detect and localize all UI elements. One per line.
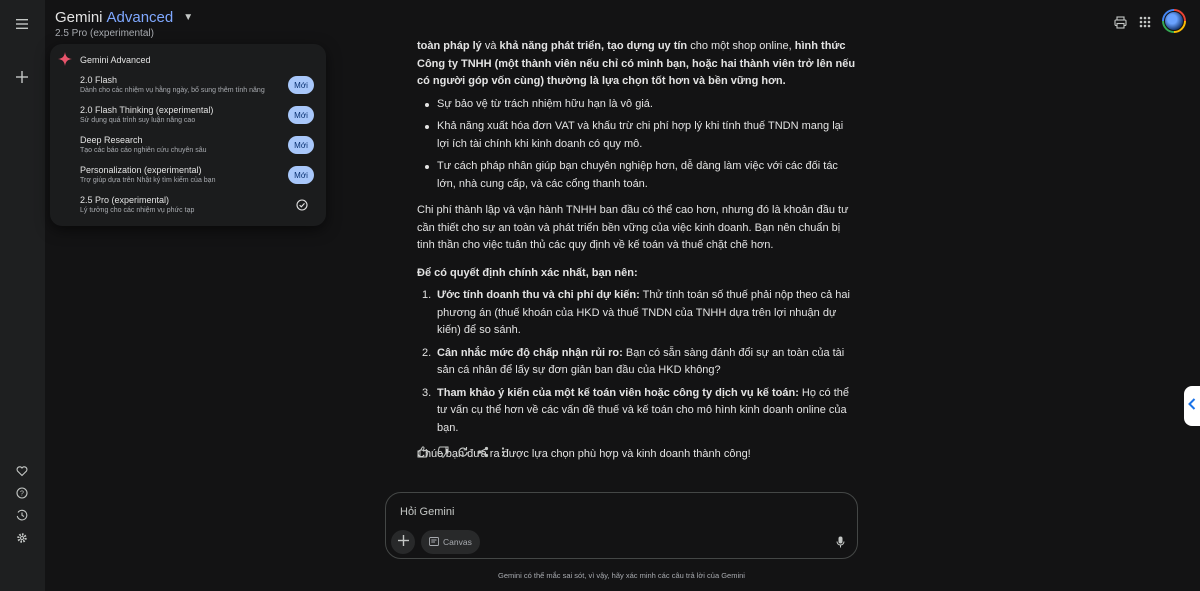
brand-name: Gemini bbox=[55, 9, 103, 26]
plus-icon bbox=[397, 533, 409, 551]
canvas-button[interactable]: Canvas bbox=[421, 530, 480, 554]
new-badge: Mới bbox=[288, 166, 314, 184]
numbered-list: 1. Ước tính doanh thu và chi phí dự kiến:… bbox=[417, 287, 857, 437]
menu-item-desc: Dành cho các nhiệm vụ hằng ngày, bổ sung… bbox=[80, 87, 265, 94]
menu-item-title: 2.0 Flash bbox=[80, 75, 118, 85]
text: và bbox=[481, 40, 500, 52]
menu-item-desc: Trợ giúp dựa trên Nhật ký tìm kiếm của b… bbox=[80, 177, 216, 184]
thumb-up-icon[interactable] bbox=[417, 446, 429, 458]
settings-icon[interactable] bbox=[10, 526, 34, 550]
canvas-label: Canvas bbox=[443, 537, 472, 547]
new-badge: Mới bbox=[288, 76, 314, 94]
list-number: 3. bbox=[422, 386, 432, 399]
brand-tier: Advanced bbox=[106, 9, 174, 26]
list-item: Sự bảo vệ từ trách nhiệm hữu hạn là vô g… bbox=[417, 96, 857, 114]
help-icon[interactable]: ? bbox=[10, 481, 34, 505]
sparkle-icon bbox=[58, 52, 72, 68]
model-switcher[interactable]: Gemini Advanced ▼ bbox=[55, 9, 193, 26]
canvas-icon bbox=[429, 536, 439, 548]
new-chat-icon[interactable] bbox=[10, 65, 34, 89]
response-paragraph: Chi phí thành lập và vận hành TNHH ban đ… bbox=[417, 204, 849, 251]
side-rail: ? bbox=[0, 0, 45, 591]
add-attachment-button[interactable] bbox=[391, 530, 415, 554]
menu-item-2-5-pro[interactable]: 2.5 Pro (experimental) Lý tưởng cho các … bbox=[80, 195, 316, 223]
svg-text:?: ? bbox=[20, 491, 24, 498]
side-panel-toggle[interactable] bbox=[1184, 386, 1200, 426]
avatar[interactable] bbox=[1162, 9, 1186, 33]
response-paragraph: toàn pháp lý và khả năng phát triển, tạo… bbox=[417, 38, 857, 91]
list-item: Tư cách pháp nhân giúp bạn chuyên nghiệp… bbox=[417, 158, 857, 193]
thumb-down-icon[interactable] bbox=[437, 446, 449, 458]
menu-item-deep-research[interactable]: Deep Research Tạo các báo cáo nghiên cứu… bbox=[80, 135, 316, 163]
new-badge: Mới bbox=[288, 136, 314, 154]
chevron-left-icon bbox=[1188, 397, 1196, 415]
response-heading: Để có quyết định chính xác nhất, bạn nên… bbox=[417, 265, 857, 283]
new-badge: Mới bbox=[288, 106, 314, 124]
list-item: 1. Ước tính doanh thu và chi phí dự kiến:… bbox=[417, 287, 857, 340]
prompt-box: Canvas bbox=[385, 492, 858, 559]
disclaimer: Gemini có thể mắc sai sót, vì vậy, hãy x… bbox=[498, 571, 745, 580]
bold-text: toàn pháp lý bbox=[417, 40, 482, 52]
chevron-down-icon: ▼ bbox=[183, 12, 194, 23]
menu-item-title: 2.0 Flash Thinking (experimental) bbox=[80, 105, 214, 115]
menu-title: Gemini Advanced bbox=[80, 55, 151, 65]
bullet-list: Sự bảo vệ từ trách nhiệm hữu hạn là vô g… bbox=[417, 96, 857, 194]
share-icon[interactable] bbox=[477, 446, 489, 458]
response-content: toàn pháp lý và khả năng phát triển, tạo… bbox=[417, 38, 857, 464]
avatar-image bbox=[1164, 11, 1184, 31]
menu-header: Gemini Advanced bbox=[58, 52, 151, 68]
menu-item-2-0-flash[interactable]: 2.0 Flash Dành cho các nhiệm vụ hằng ngà… bbox=[80, 75, 316, 103]
list-number: 1. bbox=[422, 289, 432, 301]
bold-text: Ước tính doanh thu và chi phí dự kiến: bbox=[437, 289, 640, 301]
text: cho một shop online, bbox=[687, 40, 795, 52]
list-item: Khả năng xuất hóa đơn VAT và khấu trừ ch… bbox=[417, 118, 857, 153]
current-model-label: 2.5 Pro (experimental) bbox=[55, 28, 154, 39]
menu-item-title: Personalization (experimental) bbox=[80, 165, 202, 175]
menu-item-desc: Tạo các báo cáo nghiên cứu chuyên sâu bbox=[80, 147, 207, 154]
gem-icon[interactable] bbox=[10, 459, 34, 483]
mic-icon[interactable] bbox=[833, 535, 847, 549]
menu-item-title: Deep Research bbox=[80, 135, 143, 145]
menu-item-desc: Sử dụng quá trình suy luận nâng cao bbox=[80, 117, 196, 124]
list-item: 3. Tham khảo ý kiến của một kế toán viên … bbox=[417, 385, 857, 438]
bold-text: Tham khảo ý kiến của một kế toán viên ho… bbox=[437, 386, 799, 399]
response-actions bbox=[417, 446, 509, 458]
apps-grid-icon[interactable] bbox=[1135, 12, 1155, 32]
list-item: 2. Cân nhắc mức độ chấp nhận rủi ro: Bạn … bbox=[417, 345, 857, 380]
activity-icon[interactable] bbox=[10, 503, 34, 527]
print-icon[interactable] bbox=[1110, 12, 1130, 32]
menu-item-personalization[interactable]: Personalization (experimental) Trợ giúp … bbox=[80, 165, 316, 193]
bold-text: Để có quyết định chính xác nhất, bạn nên… bbox=[417, 266, 638, 279]
model-menu: Gemini Advanced 2.0 Flash Dành cho các n… bbox=[50, 44, 326, 226]
bold-text: khả năng phát triển, tạo dựng uy tín bbox=[499, 40, 688, 52]
check-circle-icon bbox=[296, 198, 308, 216]
menu-item-desc: Lý tưởng cho các nhiệm vụ phức tạp bbox=[80, 207, 195, 214]
regenerate-icon[interactable] bbox=[457, 446, 469, 458]
list-number: 2. bbox=[422, 346, 432, 359]
menu-item-2-0-flash-thinking[interactable]: 2.0 Flash Thinking (experimental) Sử dụn… bbox=[80, 105, 316, 133]
menu-icon[interactable] bbox=[10, 12, 34, 36]
bold-text: Cân nhắc mức độ chấp nhận rủi ro: bbox=[437, 346, 623, 359]
menu-item-title: 2.5 Pro (experimental) bbox=[80, 195, 170, 205]
prompt-input[interactable] bbox=[398, 503, 822, 521]
more-vert-icon[interactable] bbox=[497, 446, 509, 458]
